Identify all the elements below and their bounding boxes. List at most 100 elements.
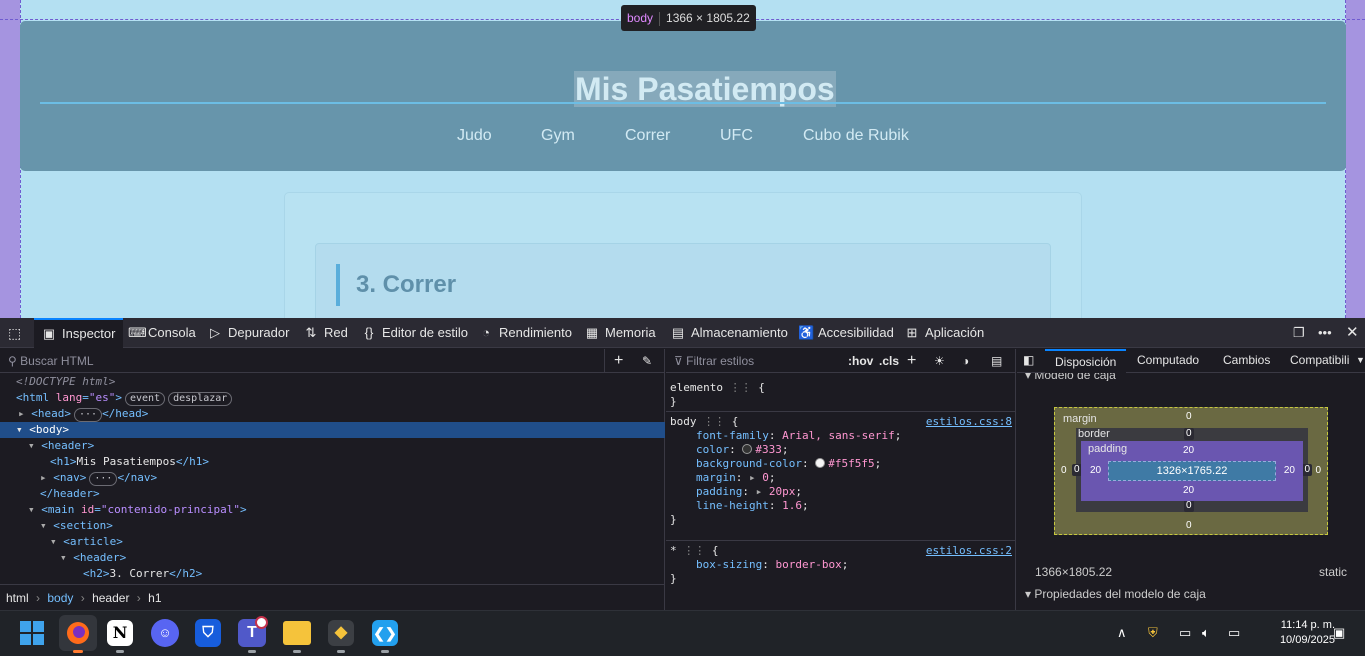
bitwarden-icon[interactable]: ⛉	[195, 619, 221, 647]
cls-button[interactable]: .cls	[879, 349, 899, 373]
tree-line-h1[interactable]: <h1>Mis Pasatiempos</h1>	[50, 454, 209, 470]
tab-style-editor[interactable]: {} Editor de estilo	[362, 318, 468, 348]
html-search[interactable]: ⚲ Buscar HTML + ✎	[0, 349, 664, 373]
tab-inspector[interactable]: ▣ Inspector	[34, 318, 124, 348]
scroll-badge[interactable]: desplazar	[168, 392, 233, 406]
box-model-content[interactable]: 1326×1765.22	[1108, 461, 1276, 481]
more-icon[interactable]: •••	[1318, 318, 1332, 348]
taskbar: N ☺ ⛉ T ◆ ❮❯ ∧ ⛨ ▭ 🔈︎ ▭ 11:14 p. m. 10/0…	[0, 610, 1365, 656]
element-size: 1366×1805.22	[1035, 565, 1113, 579]
nav-link-gym[interactable]: Gym	[541, 127, 575, 145]
box-model-padding[interactable]: padding 20 20 20 20 1326×1765.22	[1081, 441, 1303, 501]
tab-application[interactable]: ⊞ Aplicación	[905, 318, 985, 348]
windows-start-icon[interactable]	[18, 618, 46, 648]
breadcrumb-h1[interactable]: h1	[148, 591, 161, 605]
chevron-up-icon[interactable]: ∧	[1117, 625, 1127, 641]
nav-link-ufc[interactable]: UFC	[720, 127, 753, 145]
sidebar-toggle-icon[interactable]: ◧	[1023, 349, 1034, 371]
tab-compatibility[interactable]: Compatibili	[1290, 349, 1349, 371]
nav-link-rubik[interactable]: Cubo de Rubik	[803, 127, 909, 145]
tree-line-article[interactable]: ▾ <article>	[50, 534, 123, 550]
tab-storage[interactable]: ▤ Almacenamiento	[671, 318, 788, 348]
element-position: static	[1318, 565, 1347, 579]
eyedropper-icon[interactable]: ✎	[642, 349, 652, 373]
close-icon[interactable]: ✕	[1346, 318, 1359, 348]
page-viewport: Mis Pasatiempos Judo Gym Correr UFC Cubo…	[0, 0, 1365, 318]
volume-icon[interactable]: 🔈︎	[1202, 625, 1210, 641]
box-model-header[interactable]: ▾ Modelo de caja	[1025, 373, 1116, 381]
element-picker-icon[interactable]: ⬚	[8, 318, 21, 348]
box-props-header[interactable]: ▾ Propiedades del modelo de caja	[1025, 587, 1206, 601]
hov-button[interactable]: :hov	[848, 349, 873, 373]
rule-source-link[interactable]: estilos.css:2	[926, 544, 1012, 558]
tree-line-html[interactable]: <html lang="es"> event desplazar	[16, 390, 233, 406]
search-icon: ⚲	[8, 354, 17, 368]
git-icon[interactable]: ◆	[328, 620, 354, 646]
bg-color-swatch[interactable]	[815, 458, 826, 468]
tab-layout[interactable]: Disposición	[1045, 349, 1127, 373]
discord-icon[interactable]: ☺	[151, 619, 179, 647]
system-clock[interactable]: 11:14 p. m. 10/09/2025	[1280, 618, 1335, 648]
box-model-border[interactable]: border 0 0 0 0 padding 20 20 20 20 1326×…	[1072, 428, 1312, 512]
breadcrumb-header[interactable]: header	[92, 591, 129, 605]
layout-pane: ◧ Disposición Computado Cambios Compatib…	[1017, 349, 1365, 610]
nav-link-judo[interactable]: Judo	[457, 127, 492, 145]
filter-styles-input[interactable]: Filtrar estilos	[686, 354, 754, 368]
clock-time: 11:14 p. m.	[1280, 619, 1335, 631]
tooltip-tag: body	[627, 11, 654, 25]
rules-pane: ⊽ Filtrar estilos :hov .cls + ☀ ◑ ▤ elem…	[666, 349, 1016, 610]
tree-line-header[interactable]: ▾ <header>	[28, 438, 94, 454]
page-header: Mis Pasatiempos Judo Gym Correr UFC Cubo…	[20, 21, 1346, 171]
file-explorer-icon[interactable]	[283, 621, 311, 645]
tree-line-article-header[interactable]: ▾ <header>	[60, 550, 126, 566]
rule-element: elemento ⋮⋮ { }	[670, 381, 765, 408]
box-model-margin[interactable]: margin 0 0 0 0 border 0 0 0 0 padding 20…	[1054, 407, 1328, 535]
rule-source-link[interactable]: estilos.css:8	[926, 415, 1012, 429]
color-swatch[interactable]	[742, 444, 753, 454]
tab-console[interactable]: ⌨Consola	[128, 318, 196, 348]
tree-line-doctype[interactable]: <!DOCTYPE html>	[16, 374, 115, 390]
inspector-icon: ▣	[42, 326, 56, 341]
tab-debugger[interactable]: ▷ Depurador	[208, 318, 289, 348]
styles-filter[interactable]: ⊽ Filtrar estilos :hov .cls + ☀ ◑ ▤	[666, 349, 1015, 373]
tab-accessibility[interactable]: ♿ Accesibilidad	[798, 318, 894, 348]
add-rule-icon[interactable]: +	[907, 349, 916, 373]
search-input[interactable]: Buscar HTML	[20, 354, 93, 368]
dark-mode-icon[interactable]: ◑	[962, 349, 969, 373]
tree-line-nav[interactable]: ▸ <nav> ··· </nav>	[40, 470, 157, 486]
tree-line-head[interactable]: ▸ <head> ··· </head>	[18, 406, 148, 422]
notion-icon[interactable]: N	[107, 620, 133, 646]
event-badge[interactable]: event	[125, 392, 166, 406]
nav-link-correr[interactable]: Correr	[625, 127, 670, 145]
filter-icon: ⊽	[674, 354, 683, 368]
chevron-down-icon[interactable]: ▼	[1356, 349, 1365, 371]
tree-line-h2[interactable]: <h2>3. Correr</h2>	[83, 566, 202, 582]
add-node-icon[interactable]: +	[614, 349, 623, 373]
print-media-icon[interactable]: ▤	[991, 349, 1002, 373]
tree-line-header-close[interactable]: </header>	[40, 486, 100, 502]
tree-line-main[interactable]: ▾ <main id="contenido-principal">	[28, 502, 247, 518]
shield-icon[interactable]: ⛨	[1148, 625, 1158, 641]
breadcrumb-body[interactable]: body	[47, 591, 73, 605]
devtools-toolbar: ⬚ ▣ Inspector ⌨Consola ▷ Depurador ⇅ Red {}…	[0, 318, 1365, 348]
tab-computed[interactable]: Computado	[1137, 349, 1199, 371]
dock-icon[interactable]: ❐	[1293, 318, 1305, 348]
notifications-icon[interactable]: ▣	[1333, 625, 1345, 641]
article-title: 3. Correr	[356, 271, 457, 298]
article-accent-bar	[336, 264, 340, 306]
rule-body: body ⋮⋮ { estilos.css:8 font-family: Ari…	[670, 415, 1012, 526]
tab-network[interactable]: ⇅ Red	[304, 318, 348, 348]
tab-performance[interactable]: ◔ Rendimiento	[479, 318, 572, 348]
battery-icon[interactable]: ▭	[1228, 625, 1240, 641]
tree-line-section[interactable]: ▾ <section>	[40, 518, 113, 534]
firefox-icon[interactable]	[59, 615, 97, 651]
tree-line-body[interactable]: ▾ <body>	[0, 422, 665, 438]
light-mode-icon[interactable]: ☀	[934, 349, 945, 373]
tab-changes[interactable]: Cambios	[1223, 349, 1270, 371]
display-icon[interactable]: ▭	[1179, 625, 1191, 641]
tab-memory[interactable]: ▦ Memoria	[585, 318, 656, 348]
clock-date: 10/09/2025	[1279, 634, 1335, 646]
network-icon: ⇅	[305, 325, 317, 340]
vscode-icon[interactable]: ❮❯	[372, 620, 398, 646]
breadcrumb-html[interactable]: html	[6, 591, 29, 605]
